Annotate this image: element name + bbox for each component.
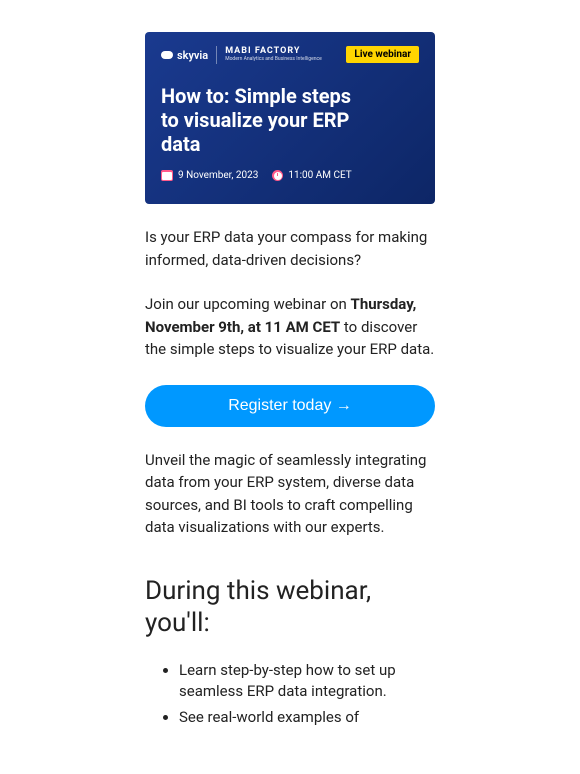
email-container: skyvia MABI FACTORY Modern Analytics and… [145, 0, 435, 729]
section-heading: During this webinar, you'll: [145, 575, 435, 640]
clock-icon [272, 170, 283, 181]
intro-paragraph-1: Is your ERP data your compass for making… [145, 226, 435, 271]
mabi-subtitle: Modern Analytics and Business Intelligen… [225, 57, 322, 63]
calendar-icon [161, 170, 173, 181]
intro-p2-pre: Join our upcoming webinar on [145, 295, 351, 313]
hero-title: How to: Simple steps to visualize your E… [161, 84, 361, 156]
intro-paragraph-2: Join our upcoming webinar on Thursday, N… [145, 293, 435, 361]
hero-banner: skyvia MABI FACTORY Modern Analytics and… [145, 32, 435, 204]
register-button[interactable]: Register today → [145, 385, 435, 427]
time-meta: 11:00 AM CET [272, 170, 351, 181]
brand-row: skyvia MABI FACTORY Modern Analytics and… [161, 46, 322, 64]
paragraph-unveil: Unveil the magic of seamlessly integrati… [145, 449, 435, 539]
list-item: See real-world examples of [179, 707, 435, 729]
skyvia-logo: skyvia [161, 49, 208, 62]
live-webinar-badge: Live webinar [346, 46, 419, 63]
list-item: Learn step-by-step how to set up seamles… [179, 660, 435, 704]
mabi-logo: MABI FACTORY Modern Analytics and Busine… [225, 47, 322, 62]
date-meta: 9 November, 2023 [161, 170, 258, 181]
date-text: 9 November, 2023 [178, 170, 258, 181]
brand-divider [216, 46, 217, 64]
hero-meta: 9 November, 2023 11:00 AM CET [161, 170, 419, 181]
skyvia-text: skyvia [177, 49, 208, 62]
hero-top-row: skyvia MABI FACTORY Modern Analytics and… [161, 46, 419, 64]
time-text: 11:00 AM CET [288, 170, 351, 181]
bullet-list: Learn step-by-step how to set up seamles… [145, 660, 435, 729]
cloud-icon [161, 51, 173, 59]
